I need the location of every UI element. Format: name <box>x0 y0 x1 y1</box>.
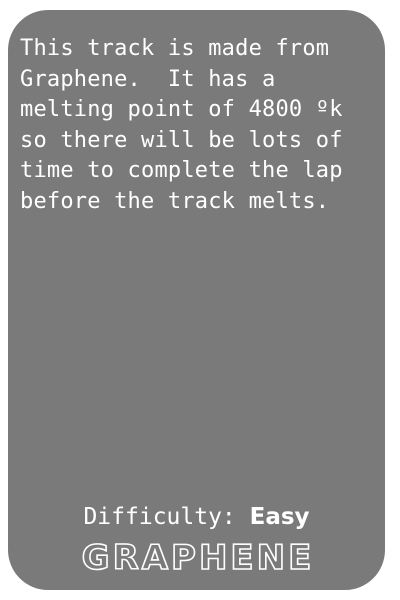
logo-wordmark: GRAPHENE <box>82 538 315 578</box>
difficulty-value: Easy <box>249 504 310 530</box>
graphene-logo: GRAPHENE <box>81 537 315 579</box>
difficulty-row: Difficulty: Easy <box>8 504 385 530</box>
track-card: This track is made from Graphene. It has… <box>8 10 385 590</box>
track-description: This track is made from Graphene. It has… <box>20 36 343 214</box>
difficulty-label: Difficulty: <box>83 504 250 530</box>
